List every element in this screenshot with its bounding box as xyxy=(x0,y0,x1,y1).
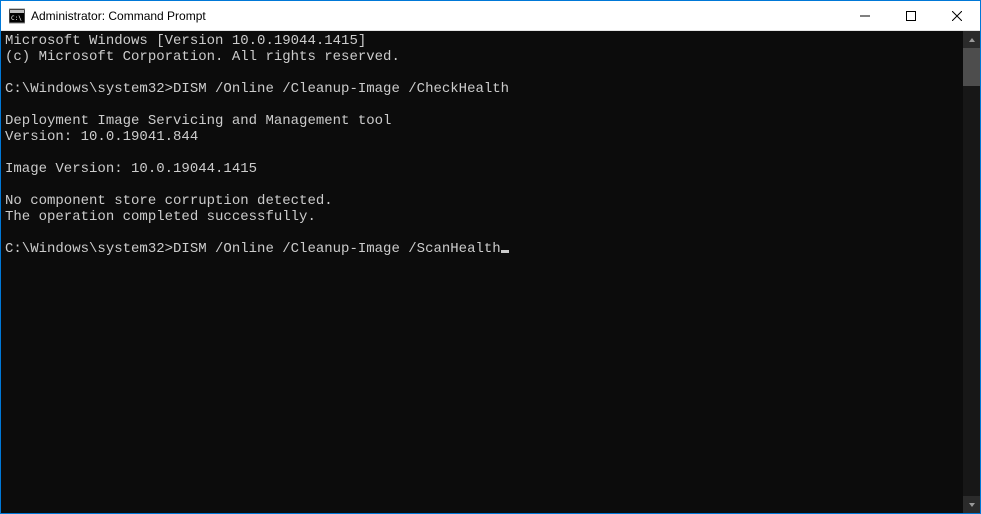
terminal-line xyxy=(5,145,963,161)
window-title: Administrator: Command Prompt xyxy=(31,9,206,23)
minimize-icon xyxy=(860,11,870,21)
terminal-line: C:\Windows\system32>DISM /Online /Cleanu… xyxy=(5,241,963,257)
terminal-line xyxy=(5,65,963,81)
titlebar[interactable]: C:\ Administrator: Command Prompt xyxy=(1,1,980,31)
maximize-icon xyxy=(906,11,916,21)
terminal-line: (c) Microsoft Corporation. All rights re… xyxy=(5,49,963,65)
svg-text:C:\: C:\ xyxy=(11,15,22,22)
vertical-scrollbar[interactable] xyxy=(963,31,980,513)
scroll-down-arrow-icon[interactable] xyxy=(963,496,980,513)
scrollbar-track[interactable] xyxy=(963,48,980,496)
terminal-line xyxy=(5,97,963,113)
terminal-line: Version: 10.0.19041.844 xyxy=(5,129,963,145)
window-controls xyxy=(842,1,980,30)
terminal-line xyxy=(5,177,963,193)
terminal-line: Image Version: 10.0.19044.1415 xyxy=(5,161,963,177)
terminal-line: Deployment Image Servicing and Managemen… xyxy=(5,113,963,129)
cmd-icon: C:\ xyxy=(9,8,25,24)
terminal-line: No component store corruption detected. xyxy=(5,193,963,209)
terminal-line: C:\Windows\system32>DISM /Online /Cleanu… xyxy=(5,81,963,97)
text-cursor xyxy=(501,250,509,253)
terminal-line xyxy=(5,225,963,241)
scroll-up-arrow-icon[interactable] xyxy=(963,31,980,48)
terminal-line: Microsoft Windows [Version 10.0.19044.14… xyxy=(5,33,963,49)
terminal-output[interactable]: Microsoft Windows [Version 10.0.19044.14… xyxy=(1,31,963,513)
minimize-button[interactable] xyxy=(842,1,888,30)
command-prompt-window: C:\ Administrator: Command Prompt Micros… xyxy=(0,0,981,514)
scrollbar-thumb[interactable] xyxy=(963,48,980,86)
close-icon xyxy=(952,11,962,21)
close-button[interactable] xyxy=(934,1,980,30)
maximize-button[interactable] xyxy=(888,1,934,30)
client-area: Microsoft Windows [Version 10.0.19044.14… xyxy=(1,31,980,513)
terminal-line: The operation completed successfully. xyxy=(5,209,963,225)
